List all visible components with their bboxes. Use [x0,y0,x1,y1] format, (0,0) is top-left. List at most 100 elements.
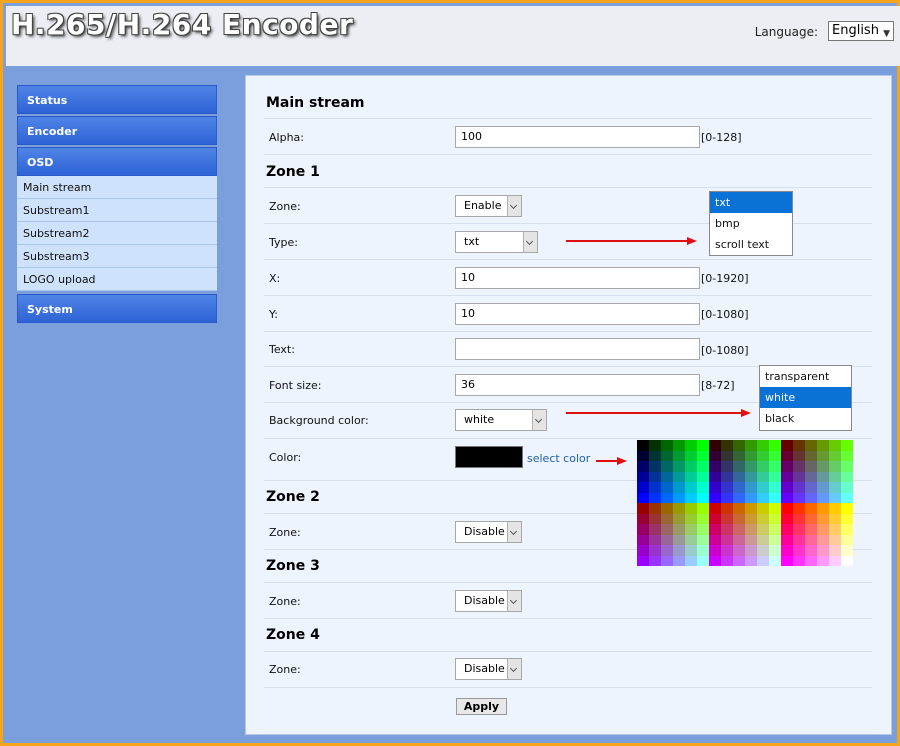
palette-swatch[interactable] [781,450,793,461]
palette-swatch[interactable] [685,440,697,451]
palette-swatch[interactable] [793,503,805,514]
palette-swatch[interactable] [781,524,793,535]
palette-swatch[interactable] [829,482,841,493]
palette-swatch[interactable] [805,482,817,493]
palette-swatch[interactable] [817,545,829,556]
palette-swatch[interactable] [745,440,757,451]
palette-swatch[interactable] [721,450,733,461]
zone1-color-swatch[interactable] [455,446,523,468]
palette-swatch[interactable] [709,482,721,493]
palette-swatch[interactable] [757,545,769,556]
palette-swatch[interactable] [637,555,649,566]
zone1-x-input[interactable]: 10 [455,267,700,289]
palette-swatch[interactable] [709,534,721,545]
palette-swatch[interactable] [697,450,709,461]
palette-swatch[interactable] [769,440,781,451]
palette-swatch[interactable] [661,524,673,535]
palette-swatch[interactable] [781,555,793,566]
palette-swatch[interactable] [661,503,673,514]
palette-swatch[interactable] [685,534,697,545]
palette-swatch[interactable] [793,492,805,503]
palette-swatch[interactable] [745,513,757,524]
palette-swatch[interactable] [685,513,697,524]
palette-swatch[interactable] [829,503,841,514]
palette-swatch[interactable] [661,492,673,503]
palette-swatch[interactable] [673,513,685,524]
palette-swatch[interactable] [697,555,709,566]
palette-swatch[interactable] [709,545,721,556]
palette-swatch[interactable] [637,440,649,451]
palette-swatch[interactable] [745,450,757,461]
palette-swatch[interactable] [709,524,721,535]
palette-swatch[interactable] [661,461,673,472]
palette-swatch[interactable] [637,461,649,472]
palette-swatch[interactable] [733,555,745,566]
palette-swatch[interactable] [661,482,673,493]
palette-swatch[interactable] [733,450,745,461]
palette-swatch[interactable] [661,440,673,451]
palette-swatch[interactable] [805,534,817,545]
palette-swatch[interactable] [757,450,769,461]
palette-swatch[interactable] [709,450,721,461]
palette-swatch[interactable] [697,513,709,524]
zone4-zone-select[interactable]: Disable [455,658,522,680]
palette-swatch[interactable] [721,461,733,472]
palette-swatch[interactable] [793,450,805,461]
palette-swatch[interactable] [781,440,793,451]
palette-swatch[interactable] [685,482,697,493]
bg-option-transparent[interactable]: transparent [760,366,851,387]
palette-swatch[interactable] [721,545,733,556]
palette-swatch[interactable] [733,545,745,556]
palette-swatch[interactable] [685,524,697,535]
palette-swatch[interactable] [781,461,793,472]
palette-swatch[interactable] [841,503,853,514]
palette-swatch[interactable] [793,471,805,482]
palette-swatch[interactable] [805,440,817,451]
palette-swatch[interactable] [673,555,685,566]
palette-swatch[interactable] [637,471,649,482]
palette-swatch[interactable] [637,503,649,514]
palette-swatch[interactable] [829,524,841,535]
zone1-type-select[interactable]: txt [455,231,538,253]
palette-swatch[interactable] [709,492,721,503]
palette-swatch[interactable] [757,555,769,566]
palette-swatch[interactable] [649,482,661,493]
palette-swatch[interactable] [685,492,697,503]
palette-swatch[interactable] [841,471,853,482]
palette-swatch[interactable] [769,503,781,514]
palette-swatch[interactable] [649,461,661,472]
palette-swatch[interactable] [769,471,781,482]
palette-swatch[interactable] [661,545,673,556]
palette-swatch[interactable] [733,503,745,514]
palette-swatch[interactable] [685,545,697,556]
alpha-input[interactable]: 100 [455,126,700,148]
type-option-bmp[interactable]: bmp [710,213,792,234]
palette-swatch[interactable] [697,482,709,493]
palette-swatch[interactable] [757,492,769,503]
palette-swatch[interactable] [769,524,781,535]
palette-swatch[interactable] [817,461,829,472]
palette-swatch[interactable] [673,450,685,461]
palette-swatch[interactable] [829,545,841,556]
palette-swatch[interactable] [685,450,697,461]
palette-swatch[interactable] [673,482,685,493]
palette-swatch[interactable] [721,503,733,514]
palette-swatch[interactable] [817,492,829,503]
palette-swatch[interactable] [649,471,661,482]
palette-swatch[interactable] [805,503,817,514]
palette-swatch[interactable] [793,534,805,545]
sidebar-item-substream2[interactable]: Substream2 [17,222,217,245]
palette-swatch[interactable] [637,450,649,461]
zone3-zone-select[interactable]: Disable [455,590,522,612]
palette-swatch[interactable] [649,534,661,545]
palette-swatch[interactable] [841,534,853,545]
palette-swatch[interactable] [805,450,817,461]
palette-swatch[interactable] [769,513,781,524]
palette-swatch[interactable] [817,513,829,524]
palette-swatch[interactable] [721,555,733,566]
palette-swatch[interactable] [733,524,745,535]
select-color-link[interactable]: select color [527,452,590,465]
palette-swatch[interactable] [841,440,853,451]
color-palette[interactable] [637,440,853,566]
sidebar-item-main-stream[interactable]: Main stream [17,176,217,199]
